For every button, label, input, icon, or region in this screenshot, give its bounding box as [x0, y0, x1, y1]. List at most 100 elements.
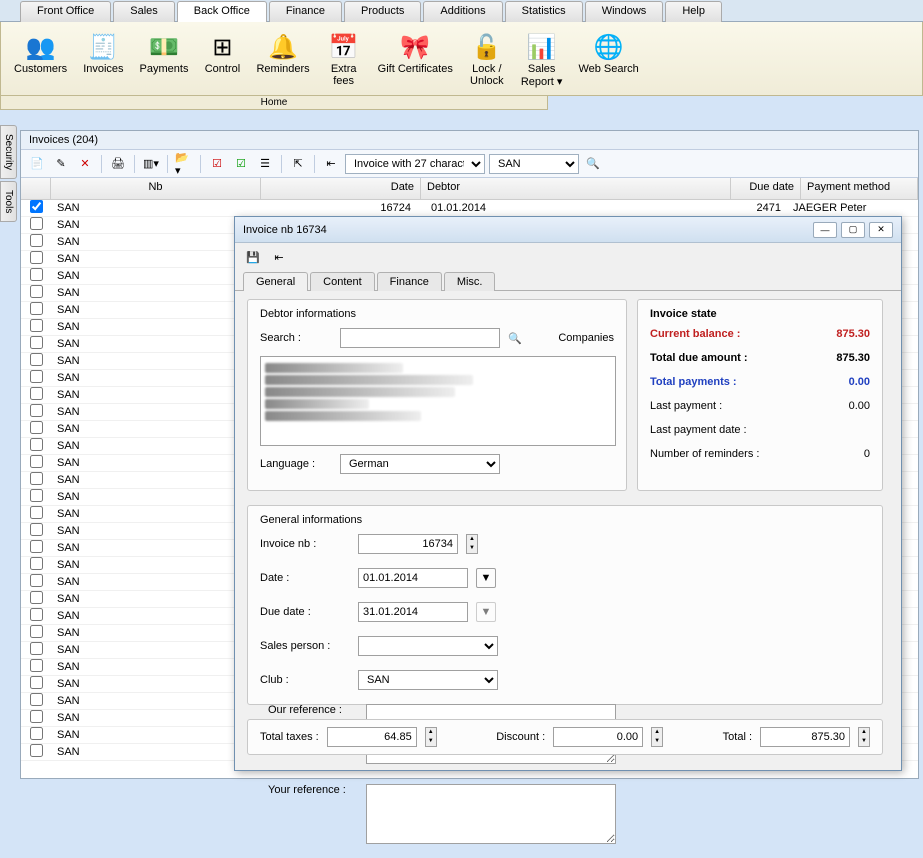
check-red-button[interactable]: ☑ [207, 154, 227, 174]
binoculars-icon[interactable]: 🔍 [508, 332, 522, 345]
ribbon-lock-unlock[interactable]: 🔓Lock / Unlock [462, 26, 512, 93]
col-nb[interactable]: Nb [51, 178, 261, 199]
folder-button[interactable]: 📂▾ [174, 154, 194, 174]
row-checkbox[interactable] [30, 438, 43, 451]
row-checkbox[interactable] [30, 506, 43, 519]
language-combo[interactable]: German [340, 454, 500, 474]
columns-button[interactable]: ▥▾ [141, 154, 161, 174]
filter-combo[interactable]: Invoice with 27 characte [345, 154, 485, 174]
ribbon-customers[interactable]: 👥Customers [7, 26, 74, 93]
row-checkbox[interactable] [30, 693, 43, 706]
row-checkbox[interactable] [30, 540, 43, 553]
club-combo-dialog[interactable]: SAN [358, 670, 498, 690]
menu-tab-finance[interactable]: Finance [269, 1, 342, 22]
row-checkbox[interactable] [30, 489, 43, 502]
sales-person-combo[interactable] [358, 636, 498, 656]
row-checkbox[interactable] [30, 523, 43, 536]
row-checkbox[interactable] [30, 676, 43, 689]
debtor-list[interactable] [260, 356, 616, 446]
date-dropdown[interactable]: ▼ [476, 568, 496, 588]
club-combo[interactable]: SAN [489, 154, 579, 174]
row-checkbox[interactable] [30, 404, 43, 417]
dialog-titlebar[interactable]: Invoice nb 16734 — ▢ ✕ [235, 217, 901, 243]
binoculars-icon[interactable]: 🔍 [583, 154, 603, 174]
your-reference-input[interactable] [366, 784, 616, 844]
menu-tab-help[interactable]: Help [665, 1, 722, 22]
row-checkbox[interactable] [30, 268, 43, 281]
exit-dialog-button[interactable]: ⇤ [269, 247, 289, 267]
taxes-spinner[interactable]: ▲▼ [425, 727, 437, 747]
ribbon-web-search[interactable]: 🌐Web Search [571, 26, 645, 93]
delete-button[interactable]: ✕ [75, 154, 95, 174]
export-button[interactable]: ⇱ [288, 154, 308, 174]
date-input[interactable] [358, 568, 468, 588]
row-checkbox[interactable] [30, 608, 43, 621]
row-checkbox[interactable] [30, 727, 43, 740]
row-checkbox[interactable] [30, 557, 43, 570]
row-checkbox[interactable] [30, 370, 43, 383]
invoice-nb-spinner[interactable]: ▲▼ [466, 534, 478, 554]
row-checkbox[interactable] [30, 421, 43, 434]
menu-tab-statistics[interactable]: Statistics [505, 1, 583, 22]
row-checkbox[interactable] [30, 472, 43, 485]
menu-tab-additions[interactable]: Additions [423, 1, 502, 22]
col-payment[interactable]: Payment method [801, 178, 918, 199]
row-checkbox[interactable] [30, 744, 43, 757]
discount-input[interactable] [553, 727, 643, 747]
row-checkbox[interactable] [30, 710, 43, 723]
ribbon-invoices[interactable]: 🧾Invoices [76, 26, 130, 93]
minimize-button[interactable]: — [813, 222, 837, 238]
ribbon-reminders[interactable]: 🔔Reminders [249, 26, 316, 93]
row-checkbox[interactable] [30, 574, 43, 587]
row-checkbox[interactable] [30, 217, 43, 230]
total-spinner[interactable]: ▲▼ [858, 727, 870, 747]
check-green-button[interactable]: ☑ [231, 154, 251, 174]
col-date[interactable]: Date [261, 178, 421, 199]
search-input[interactable] [340, 328, 500, 348]
row-checkbox[interactable] [30, 625, 43, 638]
row-checkbox[interactable] [30, 659, 43, 672]
ribbon-gift-certificates[interactable]: 🎀Gift Certificates [371, 26, 460, 93]
ribbon-control[interactable]: ⊞Control [197, 26, 247, 93]
discount-spinner[interactable]: ▲▼ [651, 727, 663, 747]
print-button[interactable]: 🖨 [108, 154, 128, 174]
row-checkbox[interactable] [30, 642, 43, 655]
tab-content[interactable]: Content [310, 272, 375, 291]
menu-tab-sales[interactable]: Sales [113, 1, 175, 22]
ribbon-sales-report[interactable]: 📊Sales Report ▾ [514, 26, 570, 93]
side-tab-security[interactable]: Security [0, 125, 17, 179]
save-button[interactable]: 💾 [243, 247, 263, 267]
col-due[interactable]: Due date [731, 178, 801, 199]
menu-tab-back-office[interactable]: Back Office [177, 1, 267, 22]
menu-tab-front-office[interactable]: Front Office [20, 1, 111, 22]
table-row[interactable]: SAN 16724 01.01.2014 2471 JAEGER Peter [21, 200, 918, 217]
row-checkbox[interactable] [30, 591, 43, 604]
row-checkbox[interactable] [30, 336, 43, 349]
row-checkbox[interactable] [30, 251, 43, 264]
menu-tab-windows[interactable]: Windows [585, 1, 664, 22]
total-input[interactable] [760, 727, 850, 747]
due-date-input[interactable] [358, 602, 468, 622]
companies-link[interactable]: Companies [558, 332, 614, 344]
due-date-dropdown[interactable]: ▼ [476, 602, 496, 622]
col-debtor[interactable]: Debtor [421, 178, 731, 199]
row-checkbox[interactable] [30, 319, 43, 332]
new-button[interactable]: 📄 [27, 154, 47, 174]
row-checkbox[interactable] [30, 353, 43, 366]
menu-tab-products[interactable]: Products [344, 1, 421, 22]
list-button[interactable]: ☰ [255, 154, 275, 174]
side-tab-tools[interactable]: Tools [0, 181, 17, 222]
ribbon-extra-fees[interactable]: 📅Extra fees [319, 26, 369, 93]
tab-general[interactable]: General [243, 272, 308, 291]
edit-button[interactable]: ✎ [51, 154, 71, 174]
exit-button[interactable]: ⇤ [321, 154, 341, 174]
close-button[interactable]: ✕ [869, 222, 893, 238]
row-checkbox[interactable] [30, 200, 43, 213]
row-checkbox[interactable] [30, 302, 43, 315]
invoice-nb-input[interactable] [358, 534, 458, 554]
row-checkbox[interactable] [30, 455, 43, 468]
row-checkbox[interactable] [30, 234, 43, 247]
tab-misc[interactable]: Misc. [444, 272, 496, 291]
ribbon-payments[interactable]: 💵Payments [133, 26, 196, 93]
maximize-button[interactable]: ▢ [841, 222, 865, 238]
